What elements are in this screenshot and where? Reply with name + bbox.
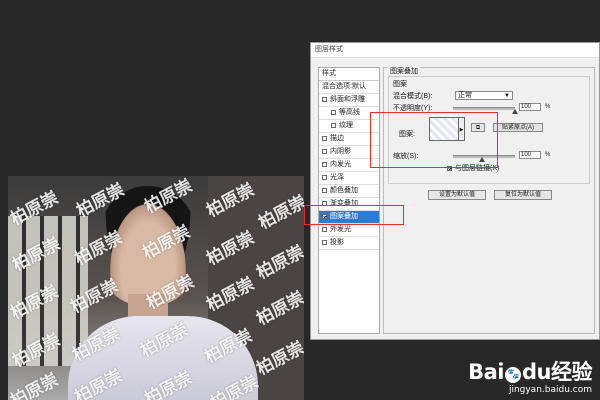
- style-item-label: 纹理: [339, 122, 353, 129]
- style-item-checkbox[interactable]: [322, 239, 327, 245]
- layer-style-dialog: 图层样式 样式 混合选项:默认 斜面和浮雕等高线纹理描边内阴影内发光光泽颜色叠加…: [310, 42, 600, 340]
- baidu-site-url: jingyan.baidu.com: [508, 385, 592, 395]
- blend-mode-value: 正常: [458, 92, 472, 99]
- opacity-input[interactable]: 100: [519, 103, 541, 111]
- style-item-checkbox[interactable]: [322, 161, 327, 167]
- snap-origin-button[interactable]: 贴紧原点(A): [493, 123, 543, 132]
- style-item[interactable]: 斜面和浮雕: [319, 94, 379, 107]
- dialog-title[interactable]: 图层样式: [311, 43, 599, 58]
- watermark-text: 柏原崇: [8, 369, 62, 400]
- style-item-label: 等高线: [339, 109, 360, 116]
- blending-options-item[interactable]: 混合选项:默认: [319, 81, 379, 94]
- opacity-slider[interactable]: [453, 107, 515, 110]
- pattern-overlay-panel: 图案叠加 图案 混合模式(B): 正常 ▼ 不透明度(Y): 100 % 图案:…: [383, 66, 595, 334]
- opacity-slider-thumb[interactable]: [512, 109, 518, 114]
- document-canvas[interactable]: 柏原崇 柏原崇 柏原崇 柏原崇 柏原崇 柏原崇 柏原崇 柏原崇 柏原崇 柏原崇 …: [8, 176, 304, 400]
- scale-input[interactable]: 100: [519, 151, 541, 159]
- chevron-down-icon: ▼: [504, 93, 510, 99]
- scale-percent: %: [545, 152, 551, 158]
- style-item-checkbox[interactable]: [322, 148, 327, 154]
- style-item-checkbox[interactable]: [322, 96, 327, 102]
- blending-options-label: 混合选项:默认: [322, 83, 366, 90]
- opacity-percent: %: [545, 104, 551, 110]
- style-item-checkbox[interactable]: [331, 122, 336, 128]
- blend-mode-row: 混合模式(B): 正常 ▼: [393, 91, 589, 101]
- style-item-label: 内发光: [330, 161, 351, 168]
- blend-mode-label: 混合模式(B):: [393, 93, 433, 100]
- style-item-label: 颜色叠加: [330, 187, 358, 194]
- baidu-jingyan-watermark: Bai 🐾 du经验 jingyan.baidu.com: [468, 356, 592, 395]
- styles-header[interactable]: 样式: [319, 68, 379, 81]
- opacity-label: 不透明度(Y):: [393, 105, 433, 112]
- style-item[interactable]: 光泽: [319, 172, 379, 185]
- highlight-pattern-area: [370, 112, 498, 168]
- style-item-checkbox[interactable]: [331, 109, 336, 115]
- style-item-checkbox[interactable]: [322, 174, 327, 180]
- style-item-checkbox[interactable]: [322, 187, 327, 193]
- baidu-logo: Bai 🐾 du经验: [468, 360, 592, 384]
- style-item-label: 描边: [330, 135, 344, 142]
- style-item[interactable]: 外发光: [319, 224, 379, 237]
- style-item-checkbox[interactable]: [322, 226, 327, 232]
- group-title: 图案: [393, 81, 407, 88]
- make-default-button[interactable]: 设置为默认值: [428, 190, 486, 200]
- style-item-label: 外发光: [330, 226, 351, 233]
- blend-mode-select[interactable]: 正常 ▼: [455, 91, 513, 100]
- style-item-label: 投影: [330, 239, 344, 246]
- style-item-checkbox[interactable]: [322, 135, 327, 141]
- highlight-pattern-overlay-item: [304, 205, 404, 225]
- section-title: 图案叠加: [388, 66, 420, 76]
- style-item-label: 内阴影: [330, 148, 351, 155]
- style-item-label: 斜面和浮雕: [330, 96, 365, 103]
- style-item[interactable]: 颜色叠加: [319, 185, 379, 198]
- styles-list: 样式 混合选项:默认 斜面和浮雕 等高线 纹理 描边 内阴影 内发光 光泽 颜色叠加 渐变叠加图…: [318, 67, 380, 334]
- paw-icon: 🐾: [505, 367, 522, 383]
- style-item-label: 光泽: [330, 174, 344, 181]
- style-item[interactable]: 投影: [319, 237, 379, 250]
- reset-default-button[interactable]: 复位为默认值: [494, 190, 552, 200]
